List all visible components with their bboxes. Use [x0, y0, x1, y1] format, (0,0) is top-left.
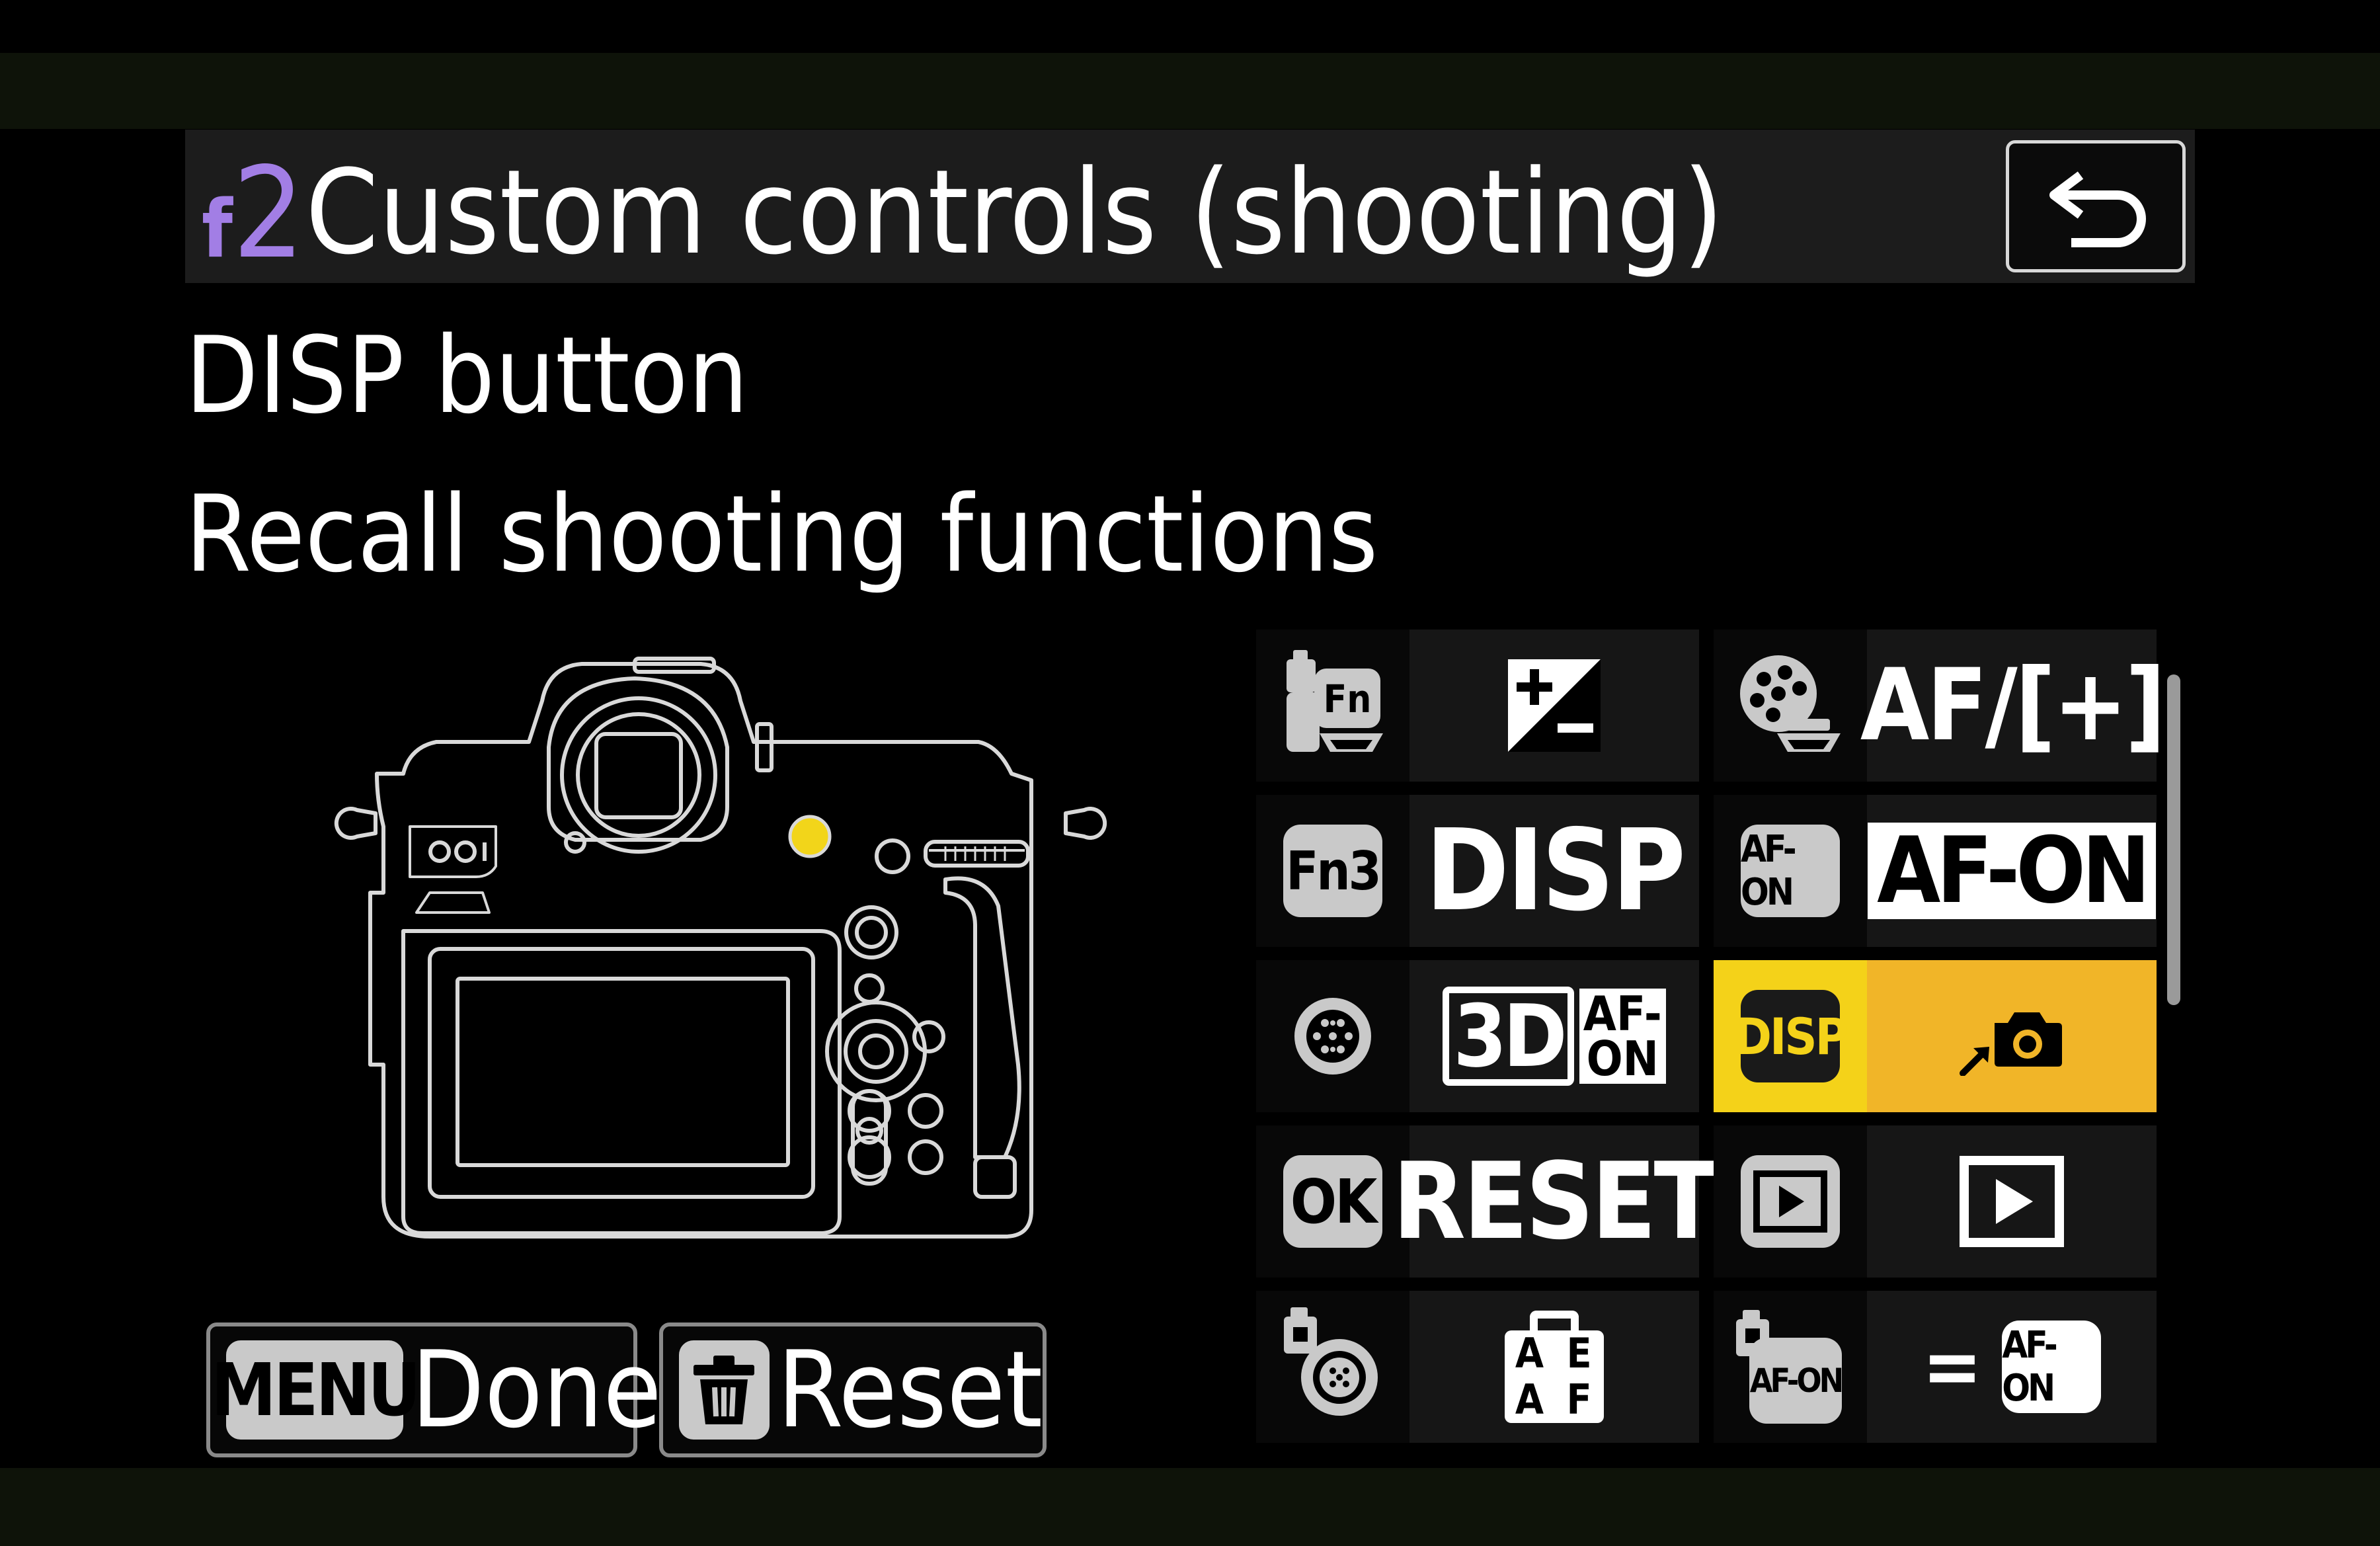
fn-lever-icon: Fn	[1287, 650, 1383, 752]
ae-af-lock-icon: A E A F	[1505, 1311, 1604, 1423]
af-label: AF-	[1583, 985, 1662, 1041]
sub-selector-center-icon	[1284, 1307, 1378, 1416]
done-button[interactable]: MENU Done	[206, 1322, 662, 1457]
sub-selector-icon	[1294, 998, 1371, 1075]
menu-code: f 2	[202, 151, 305, 276]
grid-cell-playback[interactable]	[1714, 1125, 2157, 1278]
af-letter-a: A	[1515, 1375, 1544, 1424]
playback-icon	[1960, 1156, 2064, 1247]
af-on-value: AF-ON	[1868, 823, 2156, 919]
on-label: ON	[1586, 1031, 1659, 1086]
svg-text:Fn: Fn	[1324, 676, 1372, 721]
menu-code-number: 2	[232, 140, 305, 286]
ae-letter-e: E	[1566, 1329, 1592, 1377]
top-letterbox-band	[0, 53, 2380, 129]
grid-cell-sub-selector-center[interactable]: A E A F	[1256, 1291, 1699, 1443]
menu-code-letter: f	[202, 184, 233, 276]
bottom-letterbox-band	[0, 1468, 2380, 1546]
ok-key: OK	[1283, 1155, 1382, 1248]
reset-label: Reset	[777, 1328, 1043, 1451]
disp-button-highlight	[788, 815, 832, 858]
camera-back-illustration	[334, 657, 1107, 1239]
grid-cell-fn3[interactable]: Fn3 DISP	[1256, 795, 1699, 947]
grid-cell-vertical-af-on[interactable]: AF-ON = AF-ON	[1714, 1291, 2157, 1443]
grid-cell-fn-lever[interactable]: Fn	[1256, 630, 1699, 782]
grid-cell-disp-selected[interactable]: DISP	[1714, 960, 2157, 1112]
control-dial-icon	[1740, 655, 1841, 752]
ok-value: RESET	[1392, 1139, 1718, 1263]
done-label: Done	[411, 1328, 662, 1451]
recall-shooting-functions-icon	[1960, 1012, 2062, 1076]
grid-cell-control-dial[interactable]: AF/[+]	[1714, 630, 2166, 782]
back-button[interactable]	[2006, 140, 2186, 272]
playback-button-icon	[1741, 1155, 1840, 1248]
scrollbar-thumb[interactable]	[2167, 674, 2180, 1005]
grid-cell-ok[interactable]: OK RESET	[1256, 1125, 1719, 1278]
equals-sign: =	[1922, 1321, 1983, 1413]
return-arrow-icon	[2049, 171, 2146, 247]
disp-key: DISP	[1734, 990, 1848, 1082]
trash-icon	[679, 1340, 770, 1440]
grid-cell-af-on[interactable]: AF-ON AF-ON	[1714, 795, 2157, 947]
control-name: DISP button	[185, 313, 748, 437]
grid-cell-sub-selector[interactable]: 3D AF- ON	[1256, 960, 1699, 1112]
3d-tracking-af-on-icon: 3D AF- ON	[1443, 987, 1666, 1086]
af-on-equivalent-key: AF-ON	[2002, 1321, 2102, 1413]
fn3-value: DISP	[1425, 805, 1686, 936]
af-letter-f: F	[1566, 1375, 1592, 1424]
ae-letter-a: A	[1515, 1329, 1544, 1377]
page-title: Custom controls (shooting)	[305, 145, 1724, 280]
af-on-key: AF-ON	[1741, 825, 1840, 917]
exposure-compensation-icon	[1508, 659, 1601, 752]
control-dial-value: AF/[+]	[1860, 648, 2166, 763]
vertical-af-on-icon: AF-ON	[1731, 1307, 1850, 1426]
reset-button[interactable]: Reset	[659, 1322, 1047, 1457]
vertical-af-on-key: AF-ON	[1749, 1338, 1844, 1424]
3d-label: 3D	[1443, 987, 1574, 1086]
fn3-key: Fn3	[1283, 825, 1382, 917]
menu-key-badge: MENU	[211, 1340, 421, 1440]
control-assignment: Recall shooting functions	[185, 472, 1378, 596]
